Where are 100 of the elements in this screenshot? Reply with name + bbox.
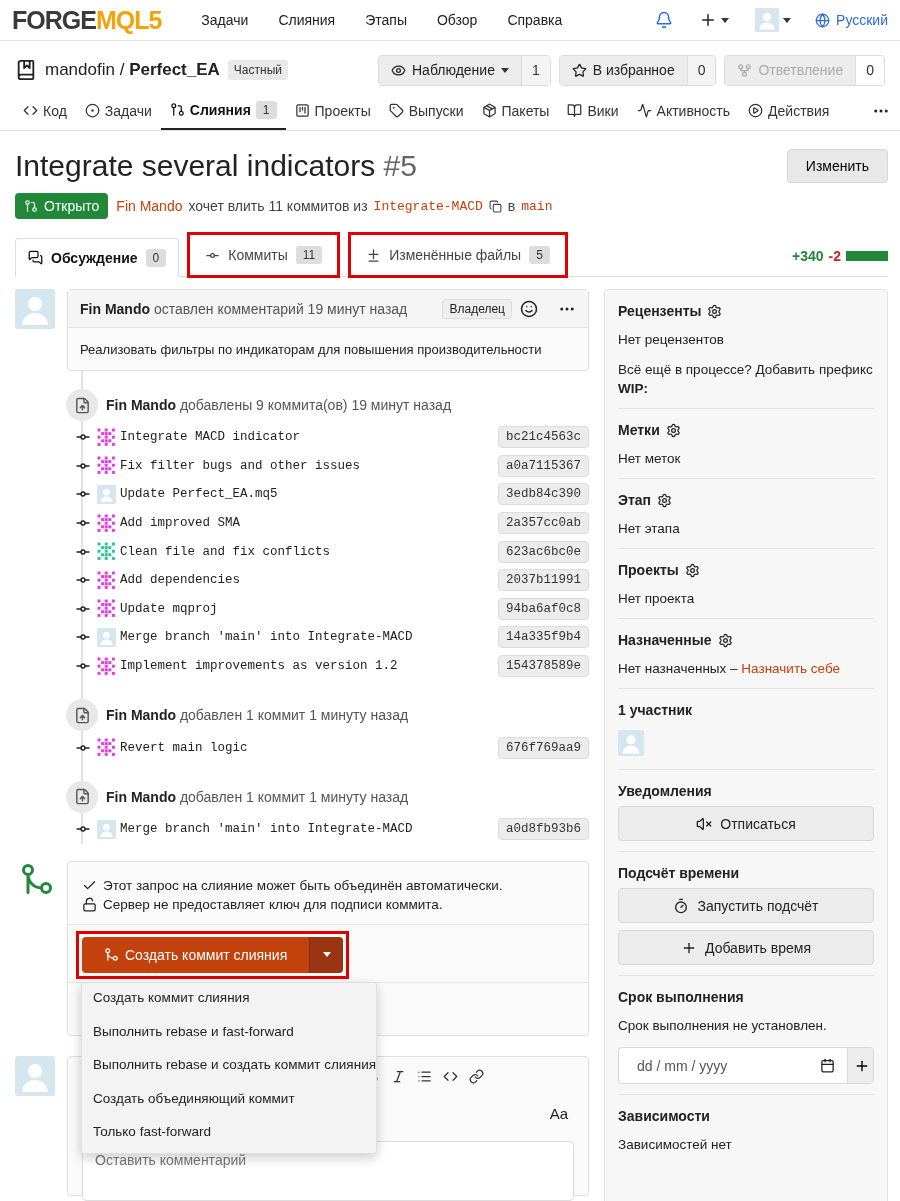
repo-tab[interactable]: Выпуски: [379, 91, 473, 130]
repo-name[interactable]: mandofin / Perfect_EA: [45, 60, 220, 80]
commit-sha[interactable]: a0a7115367: [498, 454, 589, 477]
commit-sha[interactable]: a0d8fb93b6: [498, 818, 589, 841]
commit-sha[interactable]: 623ac6bc0e: [498, 540, 589, 563]
settings-icon[interactable]: [665, 422, 681, 438]
settings-icon[interactable]: [684, 562, 700, 578]
section-title: Зависимости: [618, 1108, 710, 1124]
calendar-icon[interactable]: [820, 1058, 835, 1073]
globe-icon[interactable]: [815, 12, 831, 28]
pr-tab[interactable]: Обсуждение 0: [15, 238, 180, 277]
section-text: Нет этапа: [618, 520, 681, 538]
commit-message[interactable]: Clean file and fix conflicts: [120, 544, 498, 559]
emoji-icon[interactable]: [520, 299, 538, 318]
copy-icon[interactable]: [488, 199, 502, 213]
branch-name[interactable]: main: [521, 198, 553, 214]
section-text: Нет проекта: [618, 590, 696, 608]
repo-tab[interactable]: Активность: [627, 91, 740, 130]
sidebar-button[interactable]: Добавить время: [618, 930, 874, 965]
commit-message[interactable]: Integrate MACD indicator: [120, 430, 498, 445]
logo[interactable]: FORGEMQL5: [12, 5, 162, 35]
event-text: Fin Mando добавлен 1 коммит 1 минуту назад: [106, 788, 409, 805]
fork-icon: [737, 62, 753, 78]
commit-message[interactable]: Update mqproj: [120, 601, 498, 616]
commit-message[interactable]: Merge branch 'main' into Integrate-MACD: [120, 630, 498, 645]
sidebar-button[interactable]: Запустить подсчёт: [618, 888, 874, 923]
merge-options-button[interactable]: [309, 936, 344, 973]
commit-message[interactable]: Revert main logic: [120, 740, 498, 755]
settings-icon[interactable]: [707, 303, 723, 319]
pr-tab[interactable]: Коммиты 11: [193, 237, 335, 273]
nav-link[interactable]: Задачи: [201, 12, 249, 28]
caret-icon[interactable]: [783, 17, 792, 23]
count[interactable]: 1: [520, 55, 550, 85]
count-badge: 1: [255, 100, 277, 119]
commit-message[interactable]: Implement improvements as version 1.2: [120, 659, 498, 674]
nav-link[interactable]: Слияния: [278, 12, 336, 28]
file-upload-icon: [73, 706, 91, 724]
commit-message[interactable]: Update Perfect_EA.mq5: [120, 487, 498, 502]
circle-dot-icon: [84, 103, 100, 118]
commit-sha[interactable]: 2037b11991: [498, 569, 589, 592]
bell-icon[interactable]: [655, 11, 674, 29]
commit-message[interactable]: Add dependencies: [120, 573, 498, 588]
section-title: Назначенные: [618, 632, 712, 648]
repo-tab[interactable]: Код: [14, 91, 76, 130]
settings-icon[interactable]: [657, 492, 673, 508]
commit-message[interactable]: Fix filter bugs and other issues: [120, 458, 498, 473]
event-text: Fin Mando добавлен 1 коммит 1 минуту назад: [106, 707, 409, 724]
pr-tab[interactable]: Изменённые файлы 5: [354, 237, 562, 273]
date-field[interactable]: dd / mm / yyyy: [635, 1056, 820, 1075]
code-icon: [23, 103, 38, 118]
play-icon: [748, 103, 764, 118]
font-toggle[interactable]: Aa: [543, 1103, 574, 1123]
additions-count: +340: [792, 248, 824, 264]
branch-name[interactable]: Integrate-MACD: [373, 198, 483, 214]
eye-icon: [391, 62, 406, 78]
count-badge: 0: [145, 248, 167, 267]
merge-button[interactable]: Создать коммит слияния: [82, 936, 310, 973]
repo-tab[interactable]: Слияния 1: [160, 91, 286, 130]
italic-icon[interactable]: [391, 1068, 406, 1084]
edit-button[interactable]: Изменить: [786, 149, 888, 183]
repo-tab[interactable]: Пакеты: [472, 91, 559, 130]
language-link[interactable]: Русский: [836, 12, 888, 28]
nav-link[interactable]: Справка: [507, 12, 563, 28]
watch-button[interactable]: Наблюдение: [379, 55, 521, 85]
assign-link[interactable]: Назначить себе: [741, 661, 841, 676]
sidebar-button[interactable]: Отписаться: [618, 806, 874, 841]
count[interactable]: 0: [686, 55, 716, 85]
commit-sha[interactable]: bc21c4563c: [498, 426, 589, 449]
commit-message[interactable]: Merge branch 'main' into Integrate-MACD: [120, 822, 498, 837]
commit-sha[interactable]: 676f769aa9: [498, 736, 589, 759]
section-title: 1 участник: [618, 702, 693, 718]
link-icon[interactable]: [469, 1068, 484, 1084]
commit-sha[interactable]: 14a335f9b4: [498, 626, 589, 649]
menu-item[interactable]: Создать объединяющий коммит: [82, 1085, 376, 1119]
repo-tab[interactable]: Действия: [739, 91, 839, 130]
author-link[interactable]: Fin Mando: [116, 198, 183, 214]
date-picker[interactable]: dd / mm / yyyy: [618, 1047, 874, 1084]
avatar: [97, 819, 116, 839]
menu-item[interactable]: Выполнить rebase и fast-forward: [82, 1018, 376, 1052]
nav-link[interactable]: Этапы: [365, 12, 407, 28]
merge-status: Сервер не предоставляет ключ для подписи коммита.: [103, 895, 443, 914]
commit-sha[interactable]: 2a357cc0ab: [498, 512, 589, 535]
caret-icon[interactable]: [721, 17, 730, 23]
nav-link[interactable]: Обзор: [436, 12, 478, 28]
list-icon[interactable]: [417, 1068, 432, 1084]
repo-tab[interactable]: Задачи: [75, 91, 161, 130]
comment-body: Реализовать фильтры по индикаторам для повышения производительности: [79, 341, 543, 359]
avatar: [15, 1055, 55, 1096]
menu-item[interactable]: Создать коммит слияния: [82, 985, 376, 1019]
star-button[interactable]: В избранное: [559, 55, 687, 85]
commit-sha[interactable]: 94ba6af0c8: [498, 597, 589, 620]
star-icon: [571, 62, 587, 78]
commit-message[interactable]: Add improved SMA: [120, 516, 498, 531]
add-date-button[interactable]: [847, 1048, 873, 1083]
repo-tab[interactable]: Проекты: [285, 91, 380, 130]
repo-tab[interactable]: Вики: [558, 91, 628, 130]
commit-sha[interactable]: 154378589e: [498, 655, 589, 678]
chat-icon: [28, 250, 43, 265]
commit-sha[interactable]: 3edb84c390: [498, 483, 589, 506]
settings-icon[interactable]: [717, 632, 733, 648]
